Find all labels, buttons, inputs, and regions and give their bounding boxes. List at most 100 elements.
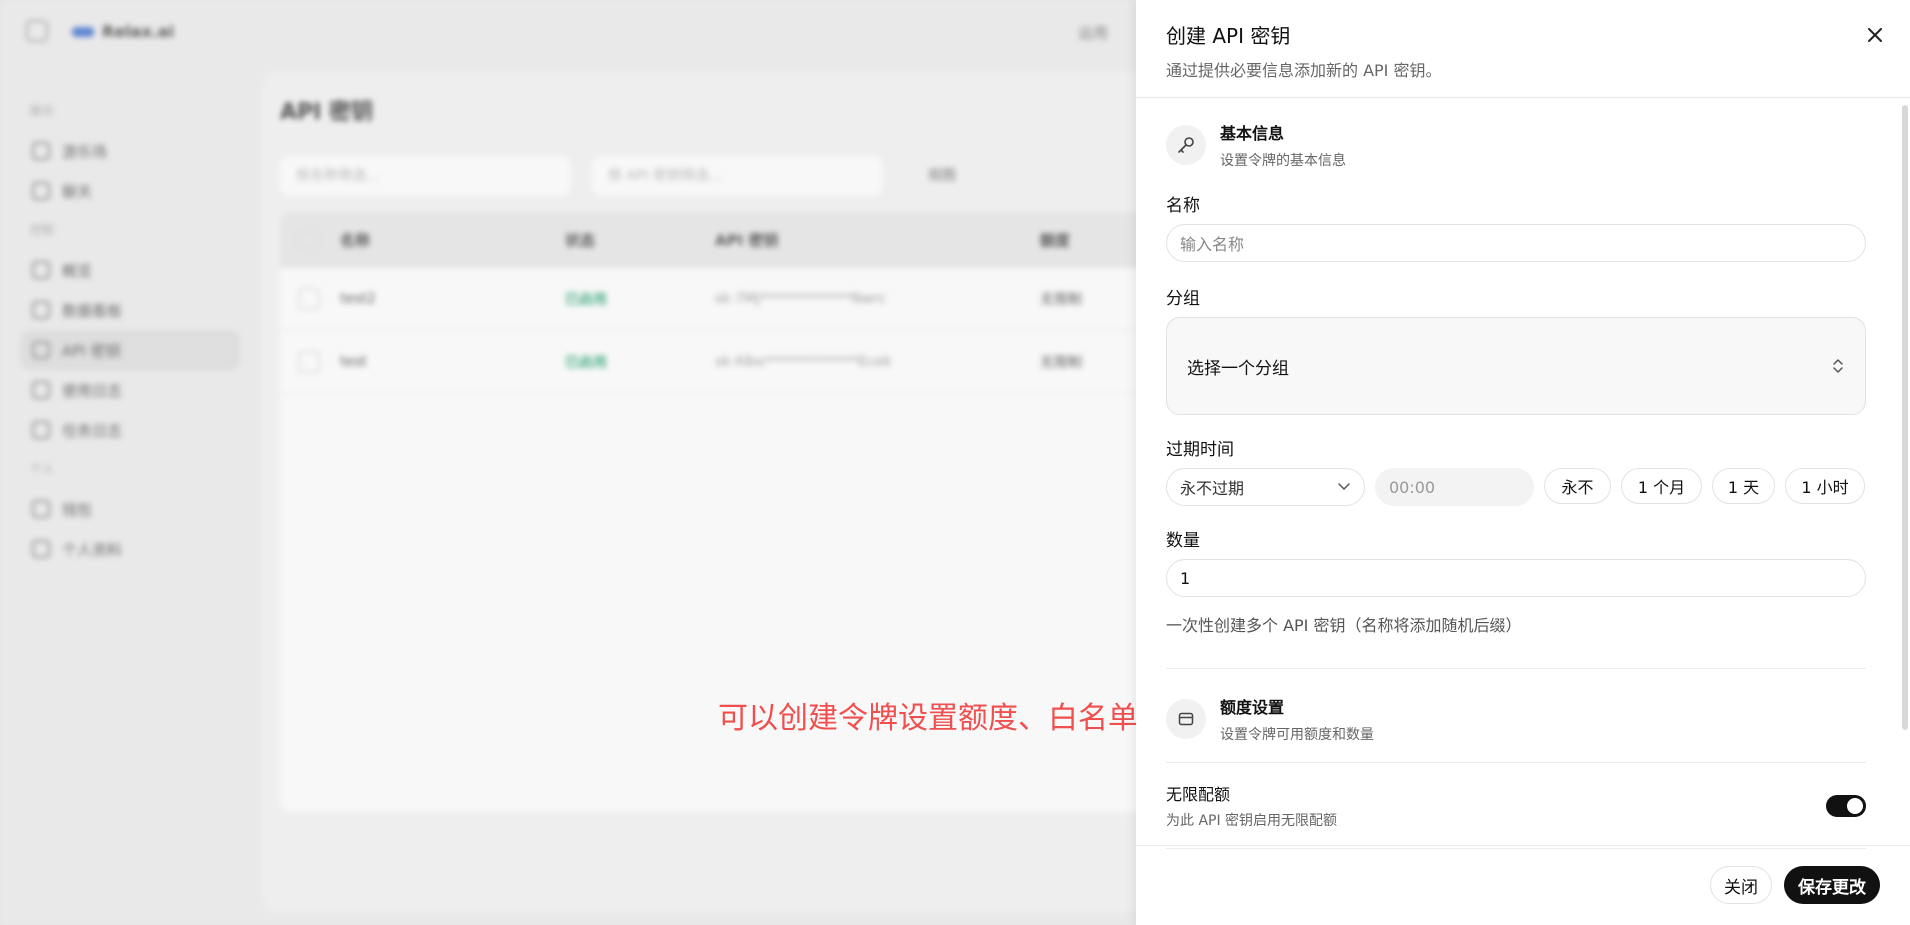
row-checkbox bbox=[298, 288, 320, 310]
table-header: 名称 状态 API 密钥 额度 bbox=[280, 212, 1180, 268]
section-title: 额度设置 bbox=[1220, 698, 1285, 717]
footer-divider bbox=[1136, 845, 1910, 846]
sidebar-item-label: 个人资料 bbox=[62, 540, 123, 559]
section-divider bbox=[1166, 848, 1866, 849]
user-icon bbox=[32, 142, 50, 160]
save-button[interactable]: 保存更改 bbox=[1784, 866, 1880, 904]
quantity-help: 一次性创建多个 API 密钥（名称将添加随机后缀） bbox=[1166, 616, 1522, 635]
name-filter-input: 按名称筛选... bbox=[280, 156, 570, 196]
key-filter-input: 按 API 密钥筛选... bbox=[592, 156, 882, 196]
toggle-knob bbox=[1847, 797, 1863, 814]
dashboard-icon bbox=[32, 301, 50, 319]
sidebar-item-profile: 个人资料 bbox=[20, 529, 240, 569]
row-key: sk-7Mj*************Nwrc bbox=[715, 291, 887, 307]
sidebar-item-label: 游乐场 bbox=[62, 142, 108, 161]
row-checkbox bbox=[298, 351, 320, 373]
drawer-title: 创建 API 密钥 bbox=[1166, 24, 1291, 48]
row-key: sk-X8xr*************Ecek bbox=[715, 354, 892, 370]
quick-1day-button[interactable]: 1 天 bbox=[1712, 468, 1775, 504]
section-subtitle: 设置令牌可用额度和数量 bbox=[1220, 727, 1374, 743]
key-icon bbox=[32, 341, 50, 359]
sidebar-item-task-logs: 任务日志 bbox=[20, 410, 240, 450]
section-divider bbox=[1166, 762, 1866, 763]
column-header: API 密钥 bbox=[715, 231, 779, 250]
status-badge: 已启用 bbox=[565, 355, 607, 371]
sidebar-item-usage-logs: 使用日志 bbox=[20, 370, 240, 410]
key-icon bbox=[1166, 125, 1206, 165]
close-button[interactable]: 关闭 bbox=[1710, 866, 1772, 904]
expiry-label: 过期时间 bbox=[1166, 440, 1234, 460]
sidebar-toggle-icon bbox=[26, 20, 48, 42]
wallet-icon bbox=[1166, 699, 1206, 739]
wallet-icon bbox=[32, 500, 50, 518]
sidebar-item-wallet: 钱包 bbox=[20, 489, 240, 529]
quantity-label: 数量 bbox=[1166, 531, 1200, 551]
close-icon[interactable] bbox=[1862, 22, 1888, 48]
main-panel: API 密钥 按名称筛选... 按 API 密钥筛选... 视图 名称 状态 A… bbox=[262, 72, 1180, 912]
task-icon bbox=[32, 421, 50, 439]
quantity-input[interactable]: 1 bbox=[1166, 559, 1866, 597]
drawer-header: 创建 API 密钥 通过提供必要信息添加新的 API 密钥。 bbox=[1166, 20, 1880, 81]
profile-icon bbox=[32, 540, 50, 558]
unlimited-label: 无限配额 bbox=[1166, 785, 1231, 804]
sidebar: 聊天 游乐场 聊天 控制 概览 数据看板 API 密钥 使用日志 任务日志 个人… bbox=[20, 92, 240, 569]
sidebar-item-label: 任务日志 bbox=[62, 421, 123, 440]
sidebar-item-label: 概览 bbox=[62, 261, 93, 280]
brand-name: Relax.ai bbox=[102, 22, 175, 41]
log-icon bbox=[32, 381, 50, 399]
row-quota: 无限制 bbox=[1040, 355, 1082, 371]
section-divider bbox=[1166, 668, 1866, 669]
expiry-select[interactable]: 永不过期 bbox=[1166, 468, 1365, 506]
group-label: 分组 bbox=[1166, 289, 1200, 309]
row-name: test2 bbox=[340, 291, 376, 307]
unlimited-help: 为此 API 密钥启用无限配额 bbox=[1166, 813, 1338, 829]
sidebar-item-label: 钱包 bbox=[62, 500, 93, 519]
section-title: 基本信息 bbox=[1220, 124, 1285, 143]
header-divider bbox=[1136, 97, 1910, 98]
sidebar-item-overview: 概览 bbox=[20, 250, 240, 290]
sidebar-item-label: 使用日志 bbox=[62, 381, 123, 400]
drawer-body: 基本信息 设置令牌的基本信息 名称 输入名称 分组 选择一个分组 过期时间 永不… bbox=[1166, 120, 1866, 849]
quick-1month-button[interactable]: 1 个月 bbox=[1621, 468, 1702, 504]
chart-icon bbox=[32, 261, 50, 279]
basic-info-header: 基本信息 设置令牌的基本信息 bbox=[1166, 120, 1866, 170]
expiry-select-value: 永不过期 bbox=[1180, 479, 1245, 498]
group-select[interactable]: 选择一个分组 bbox=[1166, 317, 1866, 415]
sidebar-section-title: 聊天 bbox=[30, 104, 55, 118]
annotation-text: 可以创建令牌设置额度、白名单 bbox=[718, 701, 1138, 736]
group-select-value: 选择一个分组 bbox=[1187, 358, 1289, 379]
table-row: test 已启用 sk-X8xr*************Ecek 无限制 bbox=[280, 331, 1180, 394]
quick-1hour-button[interactable]: 1 小时 bbox=[1785, 468, 1865, 504]
sidebar-item-playground: 游乐场 bbox=[20, 131, 240, 171]
sidebar-item-label: 聊天 bbox=[62, 182, 93, 201]
status-badge: 已启用 bbox=[565, 292, 607, 308]
column-header: 额度 bbox=[1040, 231, 1071, 250]
page-title: API 密钥 bbox=[280, 100, 373, 125]
drawer-description: 通过提供必要信息添加新的 API 密钥。 bbox=[1166, 61, 1442, 80]
row-quota: 无限制 bbox=[1040, 292, 1082, 308]
unlimited-toggle[interactable] bbox=[1826, 794, 1866, 817]
scrollbar-thumb[interactable] bbox=[1902, 105, 1908, 730]
table-row: test2 已启用 sk-7Mj*************Nwrc 无限制 bbox=[280, 268, 1180, 331]
chat-icon bbox=[32, 182, 50, 200]
section-subtitle: 设置令牌的基本信息 bbox=[1220, 153, 1346, 169]
chevron-down-icon bbox=[1338, 483, 1350, 491]
sidebar-item-label: API 密钥 bbox=[62, 341, 121, 360]
name-label: 名称 bbox=[1166, 196, 1200, 216]
sidebar-item-dashboard: 数据看板 bbox=[20, 290, 240, 330]
column-header: 状态 bbox=[565, 231, 596, 250]
name-input[interactable]: 输入名称 bbox=[1166, 224, 1866, 262]
logo-mark-icon bbox=[72, 26, 94, 37]
expiry-row: 永不过期 00:00 永不 1 个月 1 天 1 小时 bbox=[1166, 468, 1866, 506]
sidebar-item-api-keys: API 密钥 bbox=[20, 330, 240, 370]
sidebar-section-title: 个人 bbox=[30, 462, 55, 476]
select-all-checkbox bbox=[298, 229, 320, 251]
view-button: 视图 bbox=[928, 168, 956, 184]
topright-link: 运用 bbox=[1078, 24, 1109, 42]
sidebar-item-chat: 聊天 bbox=[20, 171, 240, 211]
create-key-drawer: 创建 API 密钥 通过提供必要信息添加新的 API 密钥。 基本信息 设置令牌… bbox=[1136, 0, 1910, 925]
column-header: 名称 bbox=[340, 231, 371, 250]
expiry-time-input[interactable]: 00:00 bbox=[1375, 468, 1534, 506]
quick-never-button[interactable]: 永不 bbox=[1544, 468, 1611, 504]
unlimited-row: 无限配额 为此 API 密钥启用无限配额 bbox=[1166, 781, 1866, 830]
